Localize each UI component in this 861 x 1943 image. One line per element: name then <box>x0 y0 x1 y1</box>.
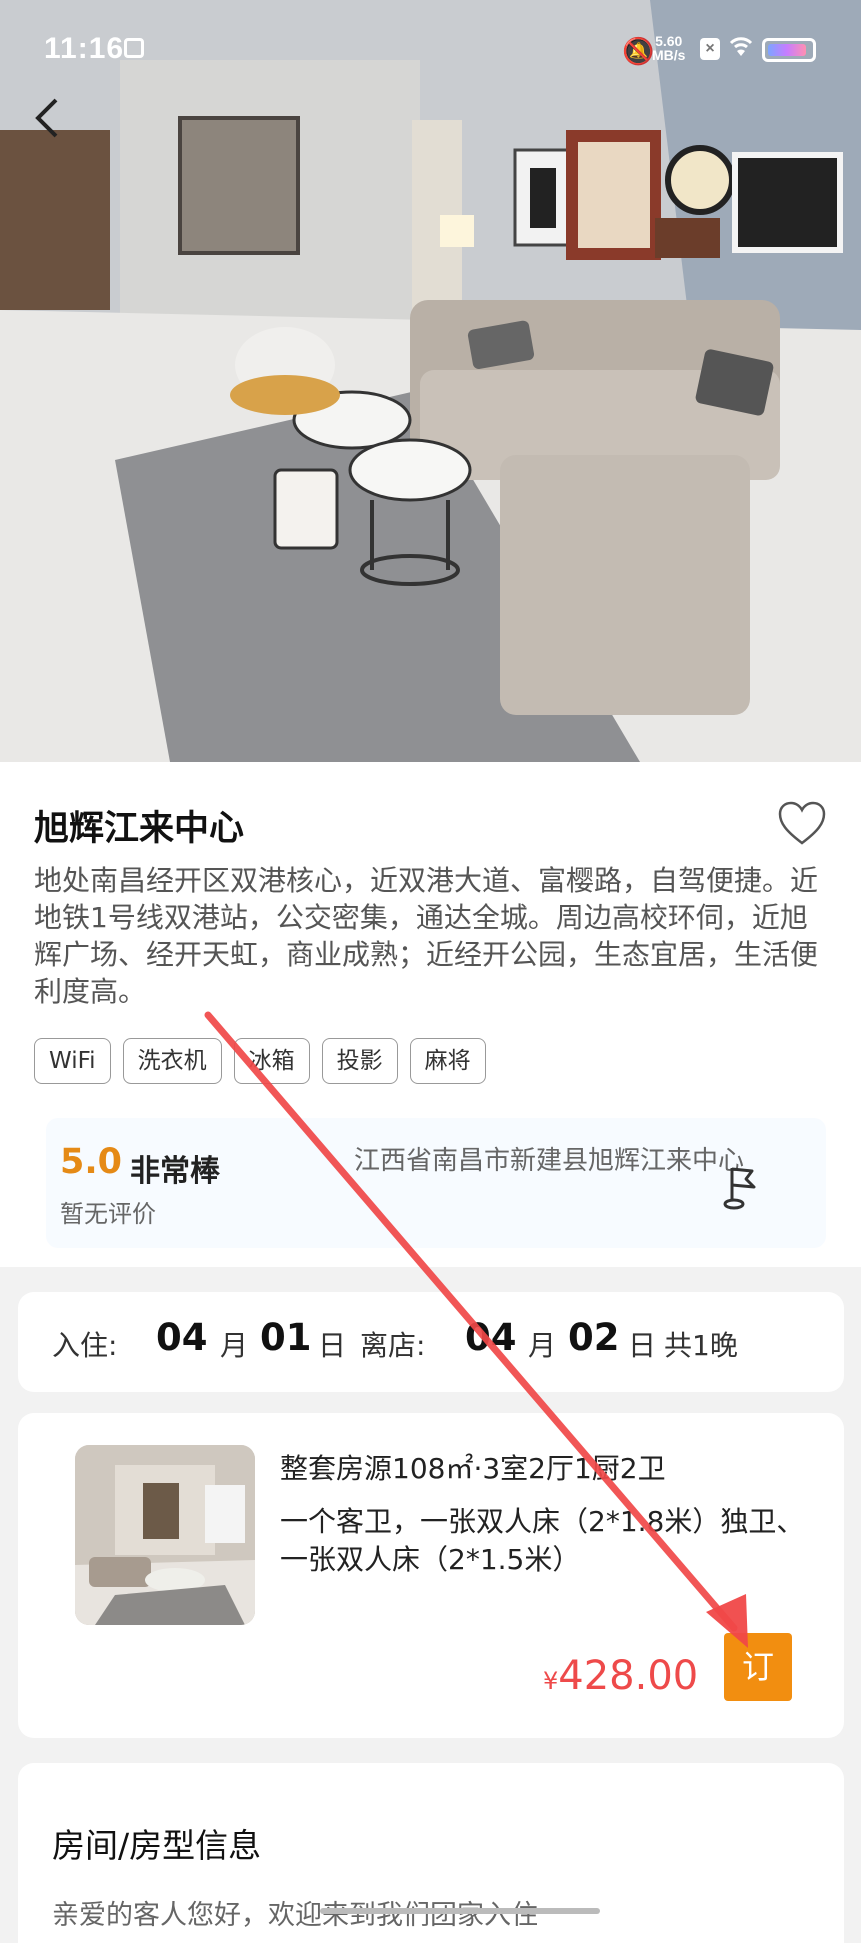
chevron-left-icon <box>35 98 58 138</box>
amenity-tag: WiFi <box>34 1038 111 1084</box>
living-room-illustration <box>0 0 861 762</box>
checkin-month[interactable]: 04 <box>156 1316 208 1359</box>
map-button[interactable] <box>716 1160 770 1214</box>
listing-info-card: 旭辉江来中心 地处南昌经开区双港核心，近双港大道、富樱路，自驾便捷。近地铁1号线… <box>0 762 861 1267</box>
nights-count: 共1晚 <box>664 1329 738 1362</box>
stay-dates-card[interactable]: 入住: 04 月 01 日 离店: 04 月 02 日 共1晚 <box>18 1292 844 1392</box>
listing-title: 旭辉江来中心 <box>34 809 245 849</box>
rating-word: 非常棒 <box>130 1154 220 1189</box>
room-card[interactable]: 整套房源108㎡·3室2厅1厨2卫 一个客卫，一张双人床（2*1.8米）独卫、一… <box>18 1413 844 1738</box>
room-type-info-card: 房间/房型信息 亲爱的客人您好，欢迎来到我们团家入住 <box>18 1763 844 1943</box>
notification-x-icon: × <box>700 38 720 60</box>
amenity-tag: 投影 <box>321 1038 398 1084</box>
room-bed-info: 一个客卫，一张双人床（2*1.8米）独卫、一张双人床（2*1.5米） <box>280 1505 805 1576</box>
day-unit: 日 <box>628 1329 657 1362</box>
back-button[interactable] <box>30 96 86 152</box>
rating-address-panel: 5.0 非常棒 暂无评价 江西省南昌市新建县旭辉江来中心 <box>46 1118 826 1248</box>
sim-icon <box>124 38 144 58</box>
checkin-label: 入住: <box>52 1329 118 1362</box>
rating-score: 5.0 <box>60 1142 123 1182</box>
home-indicator[interactable] <box>320 1908 600 1914</box>
bell-mute-icon: 🔕 <box>622 36 655 66</box>
price-amount: 428.00 <box>558 1653 699 1699</box>
checkout-day[interactable]: 02 <box>568 1316 620 1359</box>
favorite-button[interactable] <box>776 798 828 850</box>
amenity-tag: 麻将 <box>409 1038 486 1084</box>
room-price: ¥428.00 <box>543 1653 698 1699</box>
room-title: 整套房源108㎡·3室2厅1厨2卫 <box>280 1452 666 1485</box>
status-bar: 11:16 🔕 5.60 MB/s × <box>0 0 861 100</box>
book-button[interactable]: 订 <box>724 1633 792 1701</box>
map-flag-icon <box>723 1167 756 1210</box>
day-unit: 日 <box>318 1329 347 1362</box>
amenity-tags: WiFi 洗衣机 冰箱 投影 麻将 <box>34 1038 486 1084</box>
room-thumbnail-image <box>75 1445 255 1625</box>
battery-icon <box>762 38 816 62</box>
currency-symbol: ¥ <box>543 1667 559 1695</box>
network-speed: 5.60 MB/s <box>652 33 686 63</box>
review-count[interactable]: 暂无评价 <box>60 1194 156 1229</box>
room-thumbnail[interactable] <box>75 1445 255 1625</box>
amenity-tag: 洗衣机 <box>122 1038 222 1084</box>
month-unit: 月 <box>528 1329 557 1362</box>
checkin-day[interactable]: 01 <box>260 1316 312 1359</box>
status-time: 11:16 <box>44 32 125 65</box>
month-unit: 月 <box>220 1329 249 1362</box>
checkout-month[interactable]: 04 <box>465 1316 517 1359</box>
listing-description: 地处南昌经开区双港核心，近双港大道、富樱路，自驾便捷。近地铁1号线双港站，公交密… <box>34 864 819 1008</box>
address[interactable]: 江西省南昌市新建县旭辉江来中心 <box>354 1140 744 1182</box>
listing-photo[interactable]: 11:16 🔕 5.60 MB/s × <box>0 0 861 762</box>
amenity-tag: 冰箱 <box>233 1038 310 1084</box>
heart-icon <box>778 801 826 845</box>
checkout-label: 离店: <box>360 1329 426 1362</box>
section-title: 房间/房型信息 <box>52 1826 262 1865</box>
